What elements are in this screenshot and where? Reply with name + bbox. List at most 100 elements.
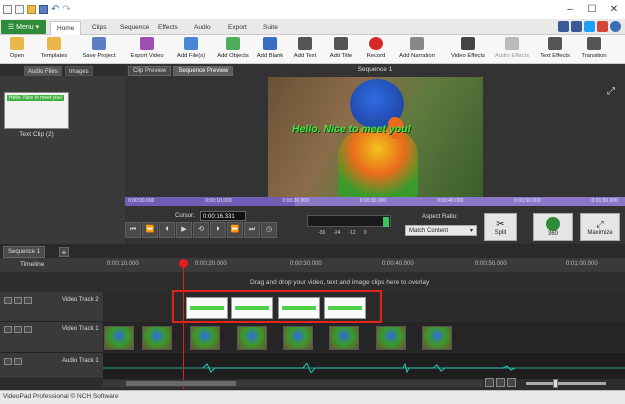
status-text: VideoPad Professional © NCH Software <box>3 393 119 400</box>
zoom-out-icon[interactable] <box>496 378 505 387</box>
undo-icon[interactable]: ↶ <box>51 4 59 15</box>
play-icon[interactable]: ▶ <box>176 222 192 238</box>
lock-icon[interactable] <box>14 358 22 365</box>
add-files-button[interactable]: Add File(s) <box>173 36 209 63</box>
tab-effects[interactable]: Effects <box>152 21 184 35</box>
chevron-down-icon: ▾ <box>469 228 473 234</box>
360-icon <box>546 217 560 231</box>
new-icon[interactable] <box>15 5 24 14</box>
rewind-icon[interactable]: ⏪ <box>142 222 158 238</box>
video-track-2-label: Video Track 2 <box>62 297 99 303</box>
zoom-in-icon[interactable] <box>507 378 516 387</box>
tab-audio-files[interactable]: Audio Files <box>24 66 62 76</box>
redo-icon[interactable]: ↷ <box>62 4 70 15</box>
lock-icon[interactable] <box>14 297 22 304</box>
speed-icon[interactable]: ◷ <box>261 222 277 238</box>
twitter-icon[interactable] <box>584 21 595 32</box>
speaker-icon[interactable] <box>4 358 12 365</box>
add-narration-button[interactable]: Add Narration <box>395 36 439 63</box>
loop-icon[interactable]: ⟲ <box>193 222 209 238</box>
text-effects-button[interactable]: Text Effects <box>536 36 574 63</box>
lock-icon[interactable] <box>14 326 22 333</box>
maximize-button-preview[interactable]: ⤢ Maximize <box>580 213 620 241</box>
video-effects-icon <box>461 37 475 50</box>
templates-button[interactable]: Templates <box>37 36 71 63</box>
aspect-ratio-select[interactable]: Match Content ▾ <box>405 225 477 236</box>
facebook-icon[interactable] <box>571 21 582 32</box>
skip-start-icon[interactable]: ⏮ <box>125 222 141 238</box>
zoom-slider[interactable] <box>526 382 606 385</box>
tab-sequence[interactable]: Sequence <box>114 21 155 35</box>
video-clip[interactable] <box>422 326 452 350</box>
playhead-handle[interactable] <box>179 259 188 268</box>
video-track-1-lane[interactable] <box>103 322 625 352</box>
social-links <box>558 21 621 32</box>
help-icon[interactable] <box>610 21 621 32</box>
audio-waveform <box>103 363 625 373</box>
video-clip[interactable] <box>329 326 359 350</box>
step-forward-icon[interactable]: ⏵ <box>210 222 226 238</box>
tab-export[interactable]: Export <box>222 21 253 35</box>
playhead[interactable] <box>183 259 184 389</box>
minimize-button[interactable]: – <box>559 0 581 19</box>
zoom-slider-handle[interactable] <box>553 379 558 388</box>
app-icon <box>3 5 12 14</box>
close-button[interactable]: ✕ <box>603 0 625 19</box>
video-clip[interactable] <box>283 326 313 350</box>
add-title-icon <box>334 37 348 50</box>
cursor-time-field[interactable]: 0:00:16.331 <box>200 211 246 221</box>
menu-button[interactable]: ☰ Menu ▾ <box>1 20 46 34</box>
audio-track-1-header <box>0 353 103 379</box>
ruler-tick: 0:01:00.000 <box>566 261 598 267</box>
tab-images[interactable]: Images <box>65 66 93 76</box>
like-icon[interactable] <box>558 21 569 32</box>
save-project-button[interactable]: Save Project <box>80 36 118 63</box>
export-video-button[interactable]: Export Video <box>128 36 166 63</box>
mask-icon[interactable] <box>24 297 32 304</box>
video-effects-button[interactable]: Video Effects <box>448 36 488 63</box>
maximize-button[interactable]: ☐ <box>581 0 603 19</box>
video-clip[interactable] <box>376 326 406 350</box>
eye-icon[interactable] <box>4 326 12 333</box>
transition-button[interactable]: Transition <box>578 36 610 63</box>
record-button[interactable]: Record <box>363 36 389 63</box>
video-clip[interactable] <box>190 326 220 350</box>
youtube-icon[interactable] <box>597 21 608 32</box>
tab-clips[interactable]: Clips <box>86 21 112 35</box>
mask-icon[interactable] <box>24 326 32 333</box>
save-icon[interactable] <box>39 5 48 14</box>
overlay-drop-hint: Drag and drop your video, text and image… <box>250 279 430 286</box>
open-icon <box>10 37 24 50</box>
step-back-icon[interactable]: ⏴ <box>159 222 175 238</box>
timeline-scrollbar-thumb[interactable] <box>126 381 236 386</box>
add-objects-button[interactable]: Add Objects <box>214 36 252 63</box>
split-button[interactable]: ✂ Split <box>484 213 517 241</box>
fit-icon[interactable] <box>485 378 494 387</box>
video-clip[interactable] <box>142 326 172 350</box>
skip-end-icon[interactable]: ⏭ <box>244 222 260 238</box>
add-title-button[interactable]: Add Title <box>326 36 356 63</box>
tab-sequence-1[interactable]: Sequence 1 <box>3 246 46 258</box>
open-folder-icon[interactable] <box>27 5 36 14</box>
video-clip[interactable] <box>104 326 134 350</box>
transition-icon <box>587 37 601 50</box>
video-track-1-label: Video Track 1 <box>62 326 99 332</box>
open-button[interactable]: Open <box>6 36 28 63</box>
video-clip[interactable] <box>237 326 267 350</box>
eye-icon[interactable] <box>4 297 12 304</box>
timeline-title: Timeline <box>20 261 45 268</box>
video-track-1-controls <box>4 326 32 333</box>
audio-effects-button[interactable]: Audio Effects <box>491 36 533 63</box>
add-blank-icon <box>263 37 277 50</box>
add-text-button[interactable]: Add Text <box>289 36 321 63</box>
tab-home[interactable]: Home <box>50 21 82 35</box>
text-clip-thumbnail[interactable]: Hello. Nice to meet you! <box>4 92 69 129</box>
zoom-controls <box>485 378 516 387</box>
fullscreen-icon[interactable]: ⤢ <box>607 86 615 97</box>
360-button[interactable]: 360 <box>533 213 573 241</box>
tab-suite[interactable]: Suite <box>257 21 284 35</box>
tab-audio[interactable]: Audio <box>188 21 217 35</box>
add-sequence-button[interactable]: + <box>59 247 69 257</box>
add-blank-button[interactable]: Add Blank <box>255 36 285 63</box>
fast-forward-icon[interactable]: ⏩ <box>227 222 243 238</box>
